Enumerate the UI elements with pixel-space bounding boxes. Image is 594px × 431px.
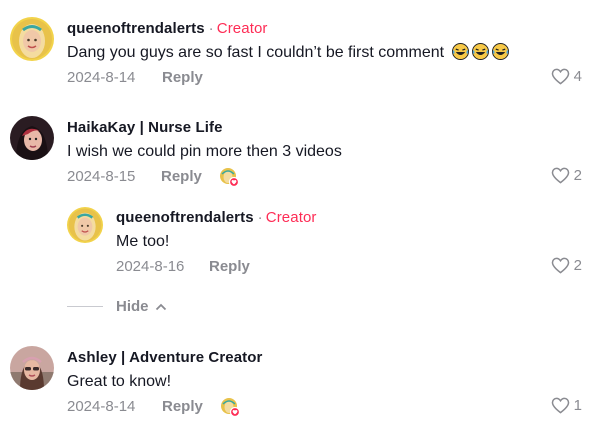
heart-icon bbox=[551, 68, 569, 85]
comment-text-body: Dang you guys are so fast I couldn’t be … bbox=[67, 44, 445, 61]
separator-dot: · bbox=[257, 209, 263, 226]
liked-by-creator-icon bbox=[219, 167, 240, 188]
comment-date: 2024-8-14 bbox=[67, 69, 136, 86]
laughing-emoji-icon bbox=[471, 43, 489, 60]
like-button[interactable]: 2 bbox=[551, 257, 582, 274]
comment-text: Great to know! bbox=[67, 373, 172, 390]
like-count: 4 bbox=[573, 68, 582, 85]
comment-text: Dang you guys are so fast I couldn’t be … bbox=[67, 43, 509, 62]
liked-by-creator-icon bbox=[220, 397, 241, 418]
comment-text: I wish we could pin more then 3 videos bbox=[67, 143, 342, 160]
username-text[interactable]: queenoftrendalerts bbox=[67, 20, 205, 37]
creator-badge: Creator bbox=[265, 209, 317, 226]
reply-button[interactable]: Reply bbox=[162, 398, 203, 415]
comment-date: 2024-8-14 bbox=[67, 398, 136, 415]
comment-username[interactable]: HaikaKay | Nurse Life bbox=[67, 119, 223, 136]
like-count: 1 bbox=[573, 397, 582, 414]
comment-username[interactable]: queenoftrendalerts · Creator bbox=[67, 20, 268, 37]
hide-replies-button[interactable]: Hide bbox=[67, 298, 167, 315]
comment-date: 2024-8-16 bbox=[116, 258, 185, 275]
comment-username[interactable]: Ashley | Adventure Creator bbox=[67, 349, 262, 366]
chevron-up-icon bbox=[155, 303, 166, 310]
separator-dot: · bbox=[208, 20, 214, 37]
heart-icon bbox=[551, 167, 569, 184]
like-button[interactable]: 4 bbox=[551, 68, 582, 85]
avatar[interactable] bbox=[10, 17, 54, 61]
divider bbox=[67, 306, 103, 307]
avatar[interactable] bbox=[10, 116, 54, 160]
avatar[interactable] bbox=[10, 346, 54, 390]
creator-badge: Creator bbox=[216, 20, 268, 37]
comment-text: Me too! bbox=[116, 233, 170, 250]
like-button[interactable]: 1 bbox=[551, 397, 582, 414]
heart-icon bbox=[551, 257, 569, 274]
reply-button[interactable]: Reply bbox=[209, 258, 250, 275]
reply-button[interactable]: Reply bbox=[162, 69, 203, 86]
avatar[interactable] bbox=[67, 207, 103, 243]
heart-icon bbox=[551, 397, 569, 414]
like-count: 2 bbox=[573, 257, 582, 274]
reply-button[interactable]: Reply bbox=[161, 168, 202, 185]
hide-label[interactable]: Hide bbox=[116, 298, 149, 315]
comment-username[interactable]: queenoftrendalerts · Creator bbox=[116, 209, 317, 226]
like-count: 2 bbox=[573, 167, 582, 184]
like-button[interactable]: 2 bbox=[551, 167, 582, 184]
username-text[interactable]: queenoftrendalerts bbox=[116, 209, 254, 226]
laughing-emoji-icon bbox=[451, 43, 469, 60]
comment-date: 2024-8-15 bbox=[67, 168, 136, 185]
laughing-emoji-icon bbox=[491, 43, 509, 60]
